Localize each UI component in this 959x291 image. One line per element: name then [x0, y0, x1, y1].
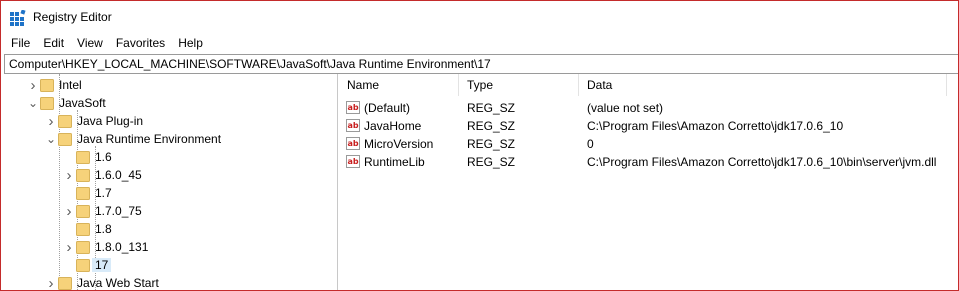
tree-item[interactable]: › 1.7.0_75: [4, 202, 337, 220]
collapse-arrow-icon[interactable]: ⌄: [28, 96, 38, 110]
menu-favorites[interactable]: Favorites: [110, 34, 172, 52]
value-type: REG_SZ: [467, 155, 516, 169]
registry-editor-app-icon: [10, 10, 26, 26]
folder-icon: [40, 79, 54, 92]
folder-icon: [76, 223, 90, 236]
value-name: MicroVersion: [364, 137, 434, 151]
value-data: (value not set): [587, 101, 664, 115]
string-value-icon: ab: [346, 119, 360, 132]
tree-item-label: 1.6: [95, 150, 112, 164]
folder-icon: [76, 187, 90, 200]
tree-item[interactable]: 17: [4, 256, 337, 274]
value-name: RuntimeLib: [364, 155, 425, 169]
tree-item-label: 1.8: [95, 222, 112, 236]
value-row[interactable]: ab (Default) REG_SZ (value not set): [339, 99, 958, 117]
tree-item-label: 1.6.0_45: [95, 168, 142, 182]
window-title: Registry Editor: [33, 10, 112, 24]
column-header-type[interactable]: Type: [459, 74, 579, 96]
value-data: C:\Program Files\Amazon Corretto\jdk17.0…: [587, 155, 937, 169]
tree-item[interactable]: 1.7: [4, 184, 337, 202]
expand-arrow-icon[interactable]: ›: [64, 203, 74, 220]
folder-icon: [76, 259, 90, 272]
column-header-type-label: Type: [467, 78, 494, 92]
tree-item-label: 1.7.0_75: [95, 204, 142, 218]
tree-item-label: Java Plug-in: [77, 114, 144, 128]
key-tree-pane[interactable]: › Intel ⌄ JavaSoft › Java Plug-in ⌄ Java Runtim…: [4, 74, 338, 290]
column-header-data-label: Data: [587, 78, 613, 92]
registry-editor-window: Registry Editor File Edit View Favorites Hel…: [0, 0, 959, 291]
value-row[interactable]: ab RuntimeLib REG_SZ C:\Program Files\Amazo…: [339, 153, 958, 171]
value-type: REG_SZ: [467, 101, 516, 115]
column-header-data[interactable]: Data: [579, 74, 947, 96]
column-header-name-label: Name: [347, 78, 380, 92]
string-value-icon: ab: [346, 137, 360, 150]
value-data: 0: [587, 137, 594, 151]
tree-item[interactable]: › Java Web Start: [4, 274, 337, 290]
folder-icon: [76, 151, 90, 164]
value-row[interactable]: ab MicroVersion REG_SZ 0: [339, 135, 958, 153]
menu-help[interactable]: Help: [172, 34, 210, 52]
menu-bar: File Edit View Favorites Help: [1, 33, 958, 53]
expand-arrow-icon[interactable]: ›: [64, 239, 74, 256]
value-data: C:\Program Files\Amazon Corretto\jdk17.0…: [587, 119, 844, 133]
tree-item-label: JavaSoft: [59, 96, 106, 110]
tree-item[interactable]: ⌄ JavaSoft: [4, 94, 337, 112]
address-bar[interactable]: Computer\HKEY_LOCAL_MACHINE\SOFTWARE\Jav…: [4, 54, 958, 74]
menu-view[interactable]: View: [71, 34, 110, 52]
string-value-icon: ab: [346, 101, 360, 114]
collapse-arrow-icon[interactable]: ⌄: [46, 132, 56, 146]
menu-file[interactable]: File: [5, 34, 37, 52]
folder-icon: [58, 133, 72, 146]
column-header-name[interactable]: Name: [339, 74, 459, 96]
tree-item[interactable]: ⌄ Java Runtime Environment: [4, 130, 337, 148]
folder-icon: [76, 205, 90, 218]
menu-edit[interactable]: Edit: [37, 34, 71, 52]
folder-icon: [40, 97, 54, 110]
tree-item[interactable]: › 1.8.0_131: [4, 238, 337, 256]
value-name: (Default): [364, 101, 411, 115]
tree-item-label: 1.8.0_131: [95, 240, 149, 254]
folder-icon: [58, 115, 72, 128]
values-list-pane[interactable]: Name Type Data ab (Default) REG_SZ (value n…: [339, 74, 958, 290]
expand-arrow-icon[interactable]: ›: [46, 275, 56, 291]
expand-arrow-icon[interactable]: ›: [28, 77, 38, 94]
folder-icon: [76, 241, 90, 254]
title-bar[interactable]: Registry Editor: [1, 1, 958, 32]
tree-item[interactable]: 1.6: [4, 148, 337, 166]
tree-item[interactable]: › Intel: [4, 76, 337, 94]
tree-item-label: 1.7: [95, 186, 112, 200]
folder-icon: [76, 169, 90, 182]
expand-arrow-icon[interactable]: ›: [64, 167, 74, 184]
tree-item-label: Intel: [59, 78, 82, 92]
address-path: Computer\HKEY_LOCAL_MACHINE\SOFTWARE\Jav…: [9, 57, 491, 71]
tree-item-label: Java Runtime Environment: [77, 132, 222, 146]
folder-icon: [58, 277, 72, 290]
value-name: JavaHome: [364, 119, 422, 133]
expand-arrow-icon[interactable]: ›: [46, 113, 56, 130]
string-value-icon: ab: [346, 155, 360, 168]
value-type: REG_SZ: [467, 137, 516, 151]
tree-item[interactable]: › 1.6.0_45: [4, 166, 337, 184]
tree-item[interactable]: 1.8: [4, 220, 337, 238]
tree-item-label: 17: [92, 258, 112, 272]
tree-item[interactable]: › Java Plug-in: [4, 112, 337, 130]
tree-item-label: Java Web Start: [77, 276, 159, 290]
value-type: REG_SZ: [467, 119, 516, 133]
value-row[interactable]: ab JavaHome REG_SZ C:\Program Files\Amazon …: [339, 117, 958, 135]
